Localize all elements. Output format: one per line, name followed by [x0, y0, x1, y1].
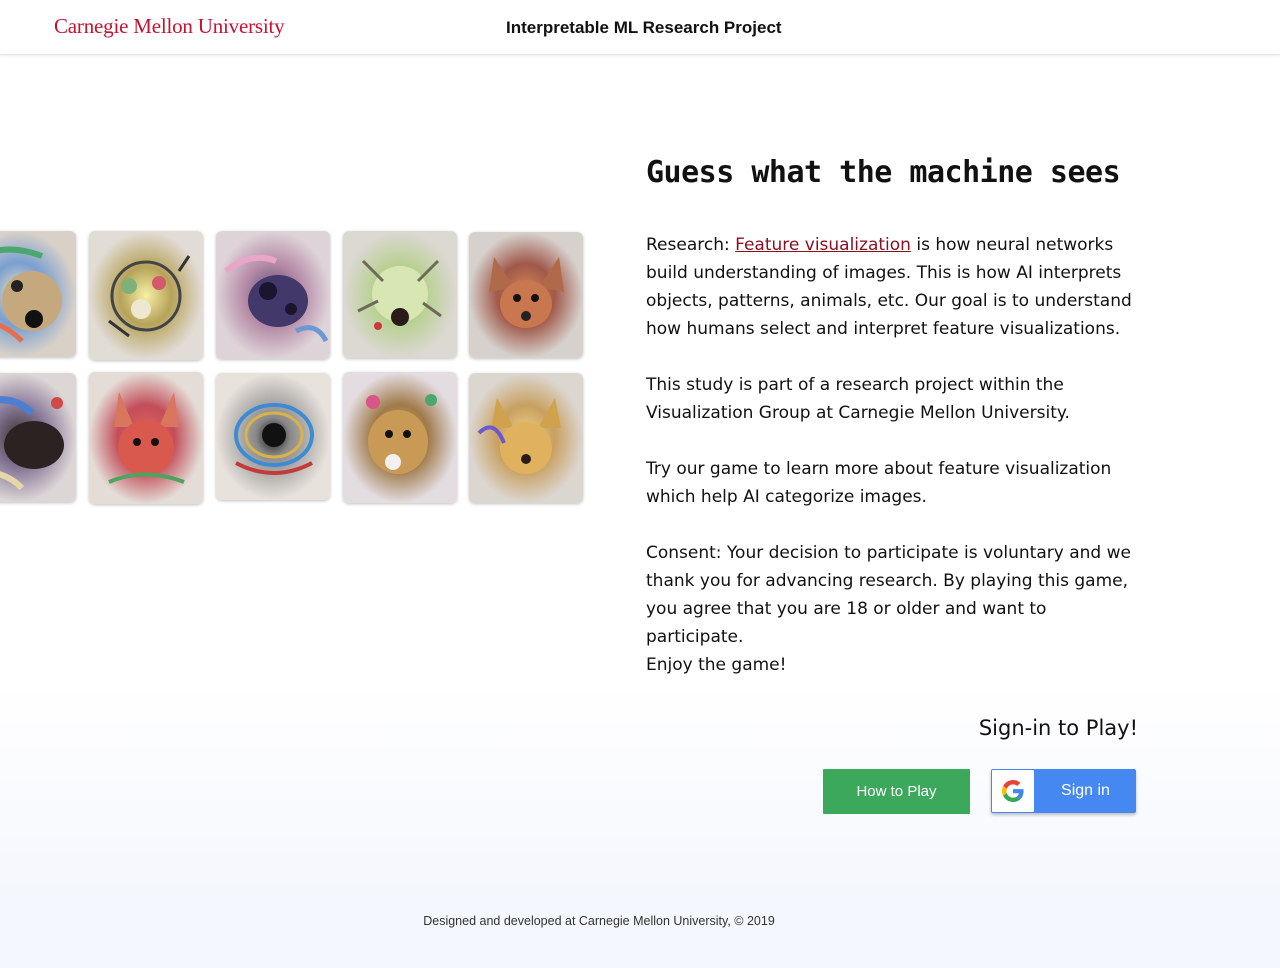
feature-visualization-image [469, 373, 583, 503]
feature-visualization-image [0, 231, 76, 357]
google-signin-label: Sign in [1061, 782, 1110, 799]
google-icon [992, 770, 1034, 812]
study-paragraph: This study is part of a research project… [646, 375, 1070, 423]
top-navigation-bar: Carnegie Mellon University Interpretable… [0, 0, 1280, 55]
feature-visualization-image [216, 373, 330, 500]
feature-visualization-link[interactable]: Feature visualization [735, 235, 911, 255]
signin-heading: Sign-in to Play! [978, 716, 1138, 740]
research-prefix: Research: [646, 235, 736, 255]
google-signin-button[interactable]: Sign in [991, 769, 1136, 813]
footer-text: Designed and developed at Carnegie Mello… [423, 914, 775, 928]
project-title: Interpretable ML Research Project [506, 18, 782, 37]
consent-paragraph: Consent: Your decision to participate is… [646, 543, 1131, 647]
page-heading: Guess what the machine sees [646, 155, 1121, 190]
how-to-play-button[interactable]: How to Play [823, 769, 970, 814]
feature-visualization-image [0, 373, 76, 502]
feature-visualization-image [216, 231, 330, 359]
feature-visualization-image [89, 231, 203, 360]
research-paragraph: Research: Feature visualization is how n… [646, 231, 1146, 343]
feature-visualization-image [343, 372, 457, 503]
game-paragraph: Try our game to learn more about feature… [646, 459, 1112, 507]
feature-visualization-image [89, 372, 203, 504]
cmu-logo[interactable]: Carnegie Mellon University [54, 14, 285, 39]
feature-visualization-image [469, 232, 583, 358]
feature-visualization-image [343, 231, 457, 358]
enjoy-paragraph: Enjoy the game! [646, 655, 787, 675]
